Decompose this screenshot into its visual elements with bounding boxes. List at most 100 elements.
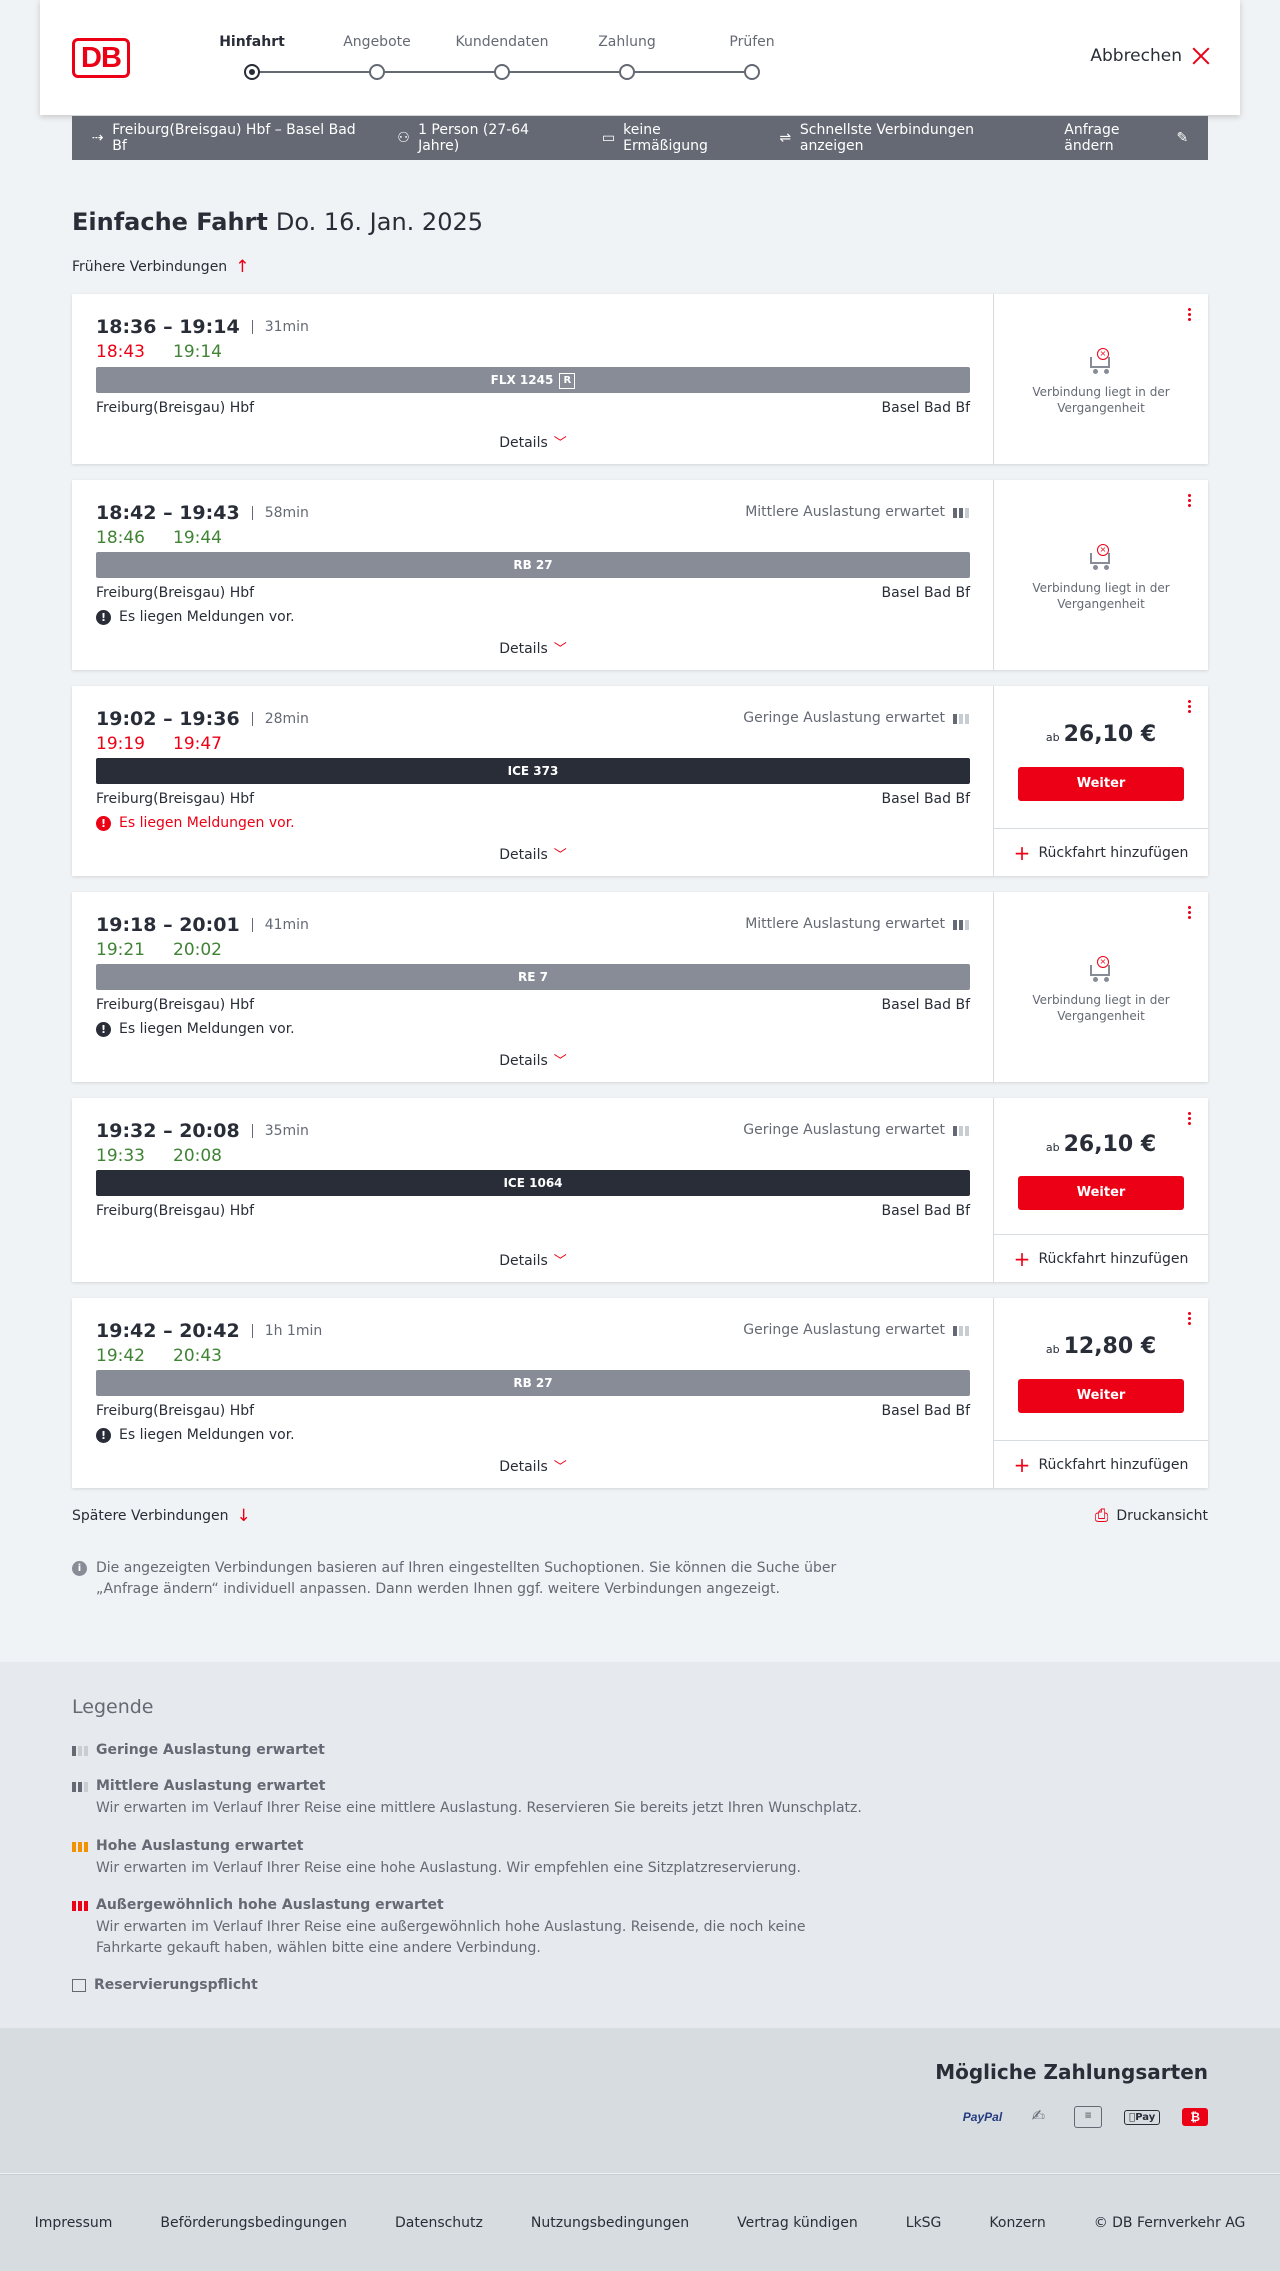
message-notice: ! Es liegen Meldungen vor. bbox=[96, 609, 295, 625]
occupancy-low-icon bbox=[72, 1744, 88, 1756]
footer-link-befoerderung[interactable]: Beförderungsbedingungen bbox=[160, 2215, 347, 2231]
occupancy-info: Geringe Auslastung erwartet bbox=[743, 1322, 969, 1338]
details-toggle[interactable]: Details ﹀ bbox=[72, 638, 994, 657]
summary-persons: ⚇ 1 Person (27-64 Jahre) bbox=[397, 122, 530, 154]
train-bar[interactable]: RE 7 bbox=[96, 964, 970, 990]
more-options-icon[interactable] bbox=[1186, 906, 1192, 921]
connection-card[interactable]: 19:02 – 19:36 28min Geringe Auslastung er… bbox=[72, 686, 1208, 876]
train-bar[interactable]: ICE 373 bbox=[96, 758, 970, 784]
footer-link-kuendigen[interactable]: Vertrag kündigen bbox=[737, 2215, 858, 2231]
more-options-icon[interactable] bbox=[1186, 1112, 1192, 1127]
legend-item: Hohe Auslastung erwartet Wir erwarten im… bbox=[72, 1838, 872, 1879]
past-connection-note: × Verbindung liegt in der Vergangenheit bbox=[1032, 544, 1170, 611]
details-toggle[interactable]: Details ﹀ bbox=[72, 1250, 994, 1269]
db-card-icon: ₿ bbox=[1182, 2108, 1208, 2126]
more-options-icon[interactable] bbox=[1186, 1312, 1192, 1327]
db-logo[interactable]: DB bbox=[72, 38, 130, 78]
step-dot bbox=[619, 64, 635, 80]
summary-fastest[interactable]: ⇌ Schnellste Verbindungen anzeigen bbox=[778, 122, 1031, 154]
connection-card[interactable]: 19:42 – 20:42 1h 1min Geringe Auslastung … bbox=[72, 1298, 1208, 1488]
payment-title: Mögliche Zahlungsarten bbox=[935, 2060, 1208, 2084]
connection-times: 19:32 – 20:08 35min bbox=[96, 1120, 309, 1142]
footer-link-konzern[interactable]: Konzern bbox=[989, 2215, 1045, 2231]
earlier-connections-button[interactable]: Frühere Verbindungen ↑ bbox=[72, 257, 249, 277]
step-zahlung: Zahlung bbox=[567, 34, 687, 80]
stations: Freiburg(Breisgau) Hbf Basel Bad Bf bbox=[96, 997, 970, 1013]
edit-request-button[interactable]: Anfrage ändern ✎ bbox=[1064, 122, 1190, 154]
direct-debit-icon: ✍ bbox=[1031, 2106, 1045, 2125]
payment-icons: PayPal ✍ ≡ Pay ₿ bbox=[963, 2106, 1208, 2128]
continue-button[interactable]: Weiter bbox=[1018, 1379, 1184, 1413]
footer-link-datenschutz[interactable]: Datenschutz bbox=[395, 2215, 483, 2231]
train-bar[interactable]: ICE 1064 bbox=[96, 1170, 970, 1196]
connection-card[interactable]: 18:42 – 19:43 58min Mittlere Auslastung e… bbox=[72, 480, 1208, 670]
legend-title: Legende bbox=[72, 1696, 154, 1718]
occupancy-low-icon bbox=[953, 712, 969, 724]
continue-button[interactable]: Weiter bbox=[1018, 1176, 1184, 1210]
occupancy-info: Mittlere Auslastung erwartet bbox=[745, 504, 969, 520]
arrow-down-icon: ↓ bbox=[236, 1506, 251, 1526]
legend-item: Außergewöhnlich hohe Auslastung erwartet… bbox=[72, 1897, 872, 1959]
exclamation-icon: ! bbox=[96, 815, 111, 831]
step-hinfahrt: Hinfahrt bbox=[192, 34, 312, 80]
realtime-times: 18:46 19:44 bbox=[96, 528, 222, 548]
footer-link-nutzung[interactable]: Nutzungsbedingungen bbox=[531, 2215, 689, 2231]
add-return-button[interactable]: + Rückfahrt hinzufügen bbox=[994, 1440, 1208, 1488]
connection-card[interactable]: 18:36 – 19:14 31min 18:43 19:14 FLX 1245 R … bbox=[72, 294, 1208, 464]
card-icon: ▭ bbox=[601, 130, 616, 146]
more-options-icon[interactable] bbox=[1186, 494, 1192, 509]
continue-button[interactable]: Weiter bbox=[1018, 767, 1184, 801]
progress-stepper: Hinfahrt Angebote Kundendaten Zahlung Pr… bbox=[210, 34, 775, 84]
train-bar[interactable]: FLX 1245 R bbox=[96, 367, 970, 393]
occupancy-high-icon bbox=[72, 1840, 88, 1852]
add-return-button[interactable]: + Rückfahrt hinzufügen bbox=[994, 828, 1208, 876]
footer-link-impressum[interactable]: Impressum bbox=[35, 2215, 113, 2231]
cart-disabled-icon: × bbox=[1088, 544, 1114, 570]
summary-discount: ▭ keine Ermäßigung bbox=[601, 122, 708, 154]
past-connection-note: × Verbindung liegt in der Vergangenheit bbox=[1032, 956, 1170, 1023]
past-connection-note: × Verbindung liegt in der Vergangenheit bbox=[1032, 348, 1170, 415]
legend-item: Reservierungspflicht bbox=[72, 1977, 872, 1993]
step-dot bbox=[369, 64, 385, 80]
legend-section: Legende Geringe Auslastung erwartet Mitt… bbox=[0, 1662, 1280, 2028]
connection-times: 18:36 – 19:14 31min bbox=[96, 316, 309, 338]
cart-disabled-icon: × bbox=[1088, 956, 1114, 982]
footer-link-lksg[interactable]: LkSG bbox=[906, 2215, 942, 2231]
cancel-button[interactable]: Abbrechen bbox=[1090, 46, 1210, 66]
print-view-button[interactable]: ⎙ Druckansicht bbox=[1095, 1506, 1208, 1526]
reservation-icon: R bbox=[559, 372, 576, 389]
later-connections-button[interactable]: Spätere Verbindungen ↓ bbox=[72, 1506, 251, 1526]
occupancy-info: Geringe Auslastung erwartet bbox=[743, 1122, 969, 1138]
step-kundendaten: Kundendaten bbox=[442, 34, 562, 80]
details-toggle[interactable]: Details ﹀ bbox=[72, 432, 994, 451]
exclamation-icon: ! bbox=[96, 1427, 111, 1443]
plus-icon: + bbox=[1013, 1246, 1031, 1271]
occupancy-info: Mittlere Auslastung erwartet bbox=[745, 916, 969, 932]
realtime-times: 19:33 20:08 bbox=[96, 1146, 222, 1166]
connection-card[interactable]: 19:32 – 20:08 35min Geringe Auslastung er… bbox=[72, 1098, 1208, 1282]
paypal-icon: PayPal bbox=[962, 2110, 1003, 2124]
details-toggle[interactable]: Details ﹀ bbox=[72, 844, 994, 863]
chevron-down-icon: ﹀ bbox=[553, 848, 567, 863]
more-options-icon[interactable] bbox=[1186, 308, 1192, 323]
filter-icon: ⇌ bbox=[779, 130, 792, 146]
message-notice: ! Es liegen Meldungen vor. bbox=[96, 815, 295, 831]
invoice-icon: ≡ bbox=[1074, 2106, 1103, 2128]
step-dot bbox=[494, 64, 510, 80]
train-bar[interactable]: RB 27 bbox=[96, 552, 970, 578]
price: ab 26,10 € bbox=[1045, 1132, 1157, 1157]
details-toggle[interactable]: Details ﹀ bbox=[72, 1456, 994, 1475]
occupancy-low-icon bbox=[953, 1324, 969, 1336]
occupancy-medium-icon bbox=[953, 506, 969, 518]
stations: Freiburg(Breisgau) Hbf Basel Bad Bf bbox=[96, 400, 970, 416]
more-options-icon[interactable] bbox=[1186, 700, 1192, 715]
train-bar[interactable]: RB 27 bbox=[96, 1370, 970, 1396]
add-return-button[interactable]: + Rückfahrt hinzufügen bbox=[994, 1234, 1208, 1282]
connection-card[interactable]: 19:18 – 20:01 41min Mittlere Auslastung e… bbox=[72, 892, 1208, 1082]
footer-copyright: © DB Fernverkehr AG bbox=[1093, 2215, 1246, 2231]
chevron-down-icon: ﹀ bbox=[553, 642, 567, 657]
cart-disabled-icon: × bbox=[1088, 348, 1114, 374]
chevron-down-icon: ﹀ bbox=[553, 1254, 567, 1269]
stations: Freiburg(Breisgau) Hbf Basel Bad Bf bbox=[96, 585, 970, 601]
details-toggle[interactable]: Details ﹀ bbox=[72, 1050, 994, 1069]
